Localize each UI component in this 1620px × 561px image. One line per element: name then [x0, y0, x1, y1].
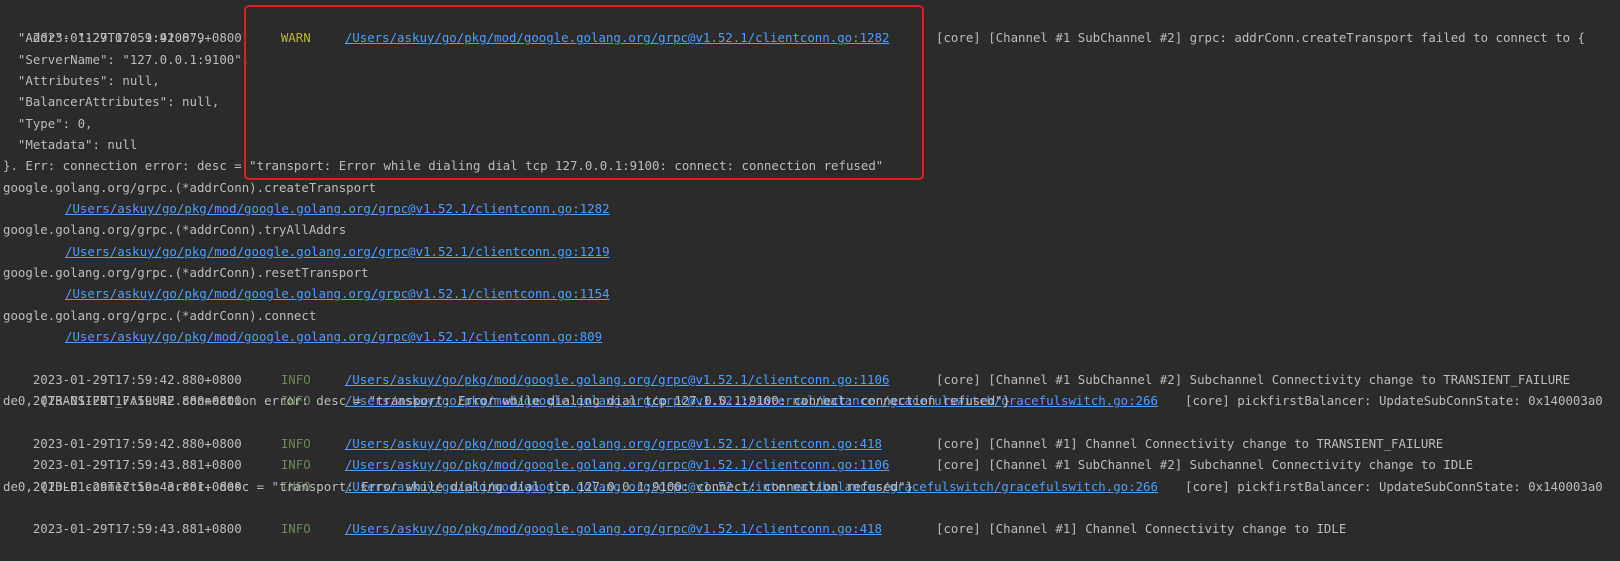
- stack-frame-location: /Users/askuy/go/pkg/mod/google.golang.or…: [3, 241, 1620, 262]
- log-line-warn: 2023-01-29T17:59:42.879+0800 WARN/Users/a…: [3, 6, 1620, 45]
- log-level-info: INFO: [280, 521, 311, 537]
- log-timestamp: 2023-01-29T17:59:43.881+0800: [32, 521, 242, 537]
- source-link[interactable]: /Users/askuy/go/pkg/mod/google.golang.or…: [65, 329, 602, 344]
- log-text-line: "Addr": "127.0.0.1:9100",: [3, 30, 205, 46]
- log-text-line: de0, {IDLE connection error: desc = "tra…: [3, 478, 914, 494]
- log-text-line: "Attributes": null,: [3, 73, 160, 89]
- log-text-line: "Type": 0,: [3, 115, 93, 131]
- stack-frame-location: /Users/askuy/go/pkg/mod/google.golang.or…: [3, 198, 1620, 219]
- log-text-line: "Metadata": null: [3, 137, 138, 153]
- source-link[interactable]: /Users/askuy/go/pkg/mod/google.golang.or…: [65, 244, 610, 259]
- log-line-info: 2023-01-29T17:59:43.881+0800 INFO/Users/a…: [3, 454, 1620, 494]
- source-link[interactable]: /Users/askuy/go/pkg/mod/google.golang.or…: [345, 521, 882, 536]
- stack-frame-function: google.golang.org/grpc.(*addrConn).reset…: [3, 265, 369, 281]
- log-text-line: de0, {TRANSIENT_FAILURE connection error…: [3, 393, 1011, 409]
- log-text-line: "ServerName": "127.0.0.1:9100",: [3, 51, 250, 67]
- log-message: [core] [Channel #1] Channel Connectivity…: [936, 521, 1347, 537]
- log-line-info: 2023-01-29T17:59:43.881+0800 INFO/Users/a…: [3, 497, 1620, 536]
- log-line-info: 2023-01-29T17:59:42.880+0800 INFO/Users/a…: [3, 348, 1620, 387]
- log-line-info: 2023-01-29T17:59:42.880+0800 INFO/Users/a…: [3, 369, 1620, 408]
- stack-frame-function: google.golang.org/grpc.(*addrConn).creat…: [3, 179, 376, 195]
- log-error-line: }. Err: connection error: desc = "transp…: [3, 158, 884, 174]
- source-link[interactable]: /Users/askuy/go/pkg/mod/google.golang.or…: [65, 201, 610, 216]
- log-line-info: 2023-01-29T17:59:43.881+0800 INFO/Users/a…: [3, 433, 1620, 472]
- log-text-line: "BalancerAttributes": null,: [3, 94, 220, 110]
- stack-frame-function: google.golang.org/grpc.(*addrConn).tryAl…: [3, 222, 347, 238]
- stack-frame-function: google.golang.org/grpc.(*addrConn).conne…: [3, 307, 317, 323]
- console-output: 2023-01-29T17:59:42.879+0800 WARN/Users/a…: [3, 6, 1620, 536]
- source-link[interactable]: /Users/askuy/go/pkg/mod/google.golang.or…: [65, 286, 610, 301]
- log-line-info: 2023-01-29T17:59:42.880+0800 INFO/Users/a…: [3, 412, 1620, 451]
- stack-frame-location: /Users/askuy/go/pkg/mod/google.golang.or…: [3, 283, 1620, 304]
- stack-frame-location: /Users/askuy/go/pkg/mod/google.golang.or…: [3, 326, 1620, 347]
